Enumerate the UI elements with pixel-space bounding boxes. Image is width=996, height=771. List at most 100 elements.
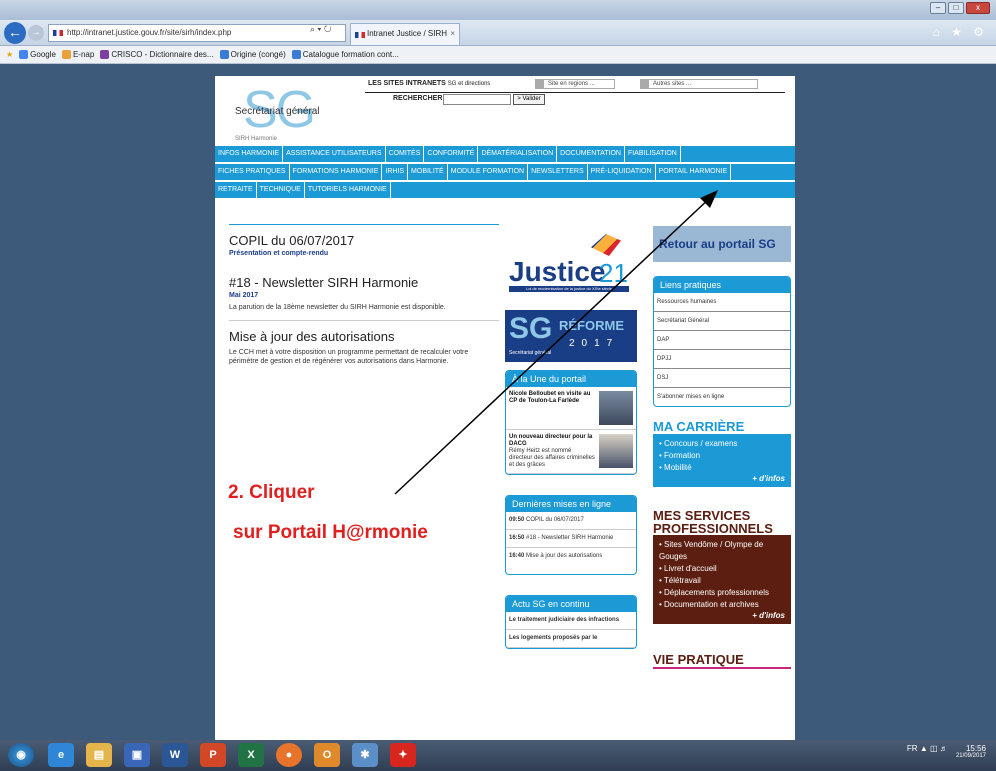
browser-tab[interactable]: Intranet Justice / SIRH Har... × (350, 23, 460, 58)
menu-assistance[interactable]: ASSISTANCE UTILISATEURS (283, 146, 386, 162)
menu-technique[interactable]: TECHNIQUE (257, 182, 305, 198)
menu-mobilite[interactable]: MOBILITÉ (408, 164, 448, 180)
news-title[interactable]: #18 - Newsletter SIRH Harmonie (229, 275, 499, 290)
vie-pratique-title[interactable]: VIE PRATIQUE (653, 652, 791, 669)
back-button[interactable]: ← (4, 22, 26, 44)
dernieres-item[interactable]: 16:40 Mise à jour des autorisations (506, 548, 636, 574)
menu-pre-liquidation[interactable]: PRÉ-LIQUIDATION (588, 164, 656, 180)
close-window-button[interactable]: x (966, 2, 990, 14)
liens-item[interactable]: Ressources humaines (654, 293, 790, 312)
browser-toolbar-icons[interactable]: ⌂ ★ ⚙ (933, 25, 988, 39)
tray-icons[interactable]: ▲ ◫ ♬ (920, 744, 948, 753)
justice-tagline: Loi de modernisation de la justice du XX… (509, 286, 629, 292)
paint-icon[interactable]: ✱ (352, 743, 378, 767)
actu-item[interactable]: Le traitement judiciaire des infractions (506, 612, 636, 630)
favorite-enap[interactable]: E-nap (61, 46, 94, 63)
liens-item[interactable]: DAP (654, 331, 790, 350)
services-item[interactable]: • Télétravail (659, 575, 785, 587)
favorite-google[interactable]: Google (19, 46, 56, 63)
language-indicator[interactable]: FR (907, 744, 918, 753)
tab-close-icon[interactable]: × (450, 24, 455, 44)
menu-formations-harmonie[interactable]: FORMATIONS HARMONIE (290, 164, 383, 180)
minimize-button[interactable]: – (930, 2, 946, 14)
more-info-link[interactable]: + d'infos (659, 611, 785, 620)
ie-page-icon (219, 50, 229, 59)
excel-icon[interactable]: X (238, 743, 264, 767)
menu-portail-harmonie[interactable]: PORTAIL HARMONIE (656, 164, 732, 180)
menu-retraite[interactable]: RETRAITE (215, 182, 257, 198)
carriere-title[interactable]: MA CARRIÈRE (653, 419, 791, 434)
menu-dematerialisation[interactable]: DÉMATÉRIALISATION (478, 146, 558, 162)
outlook-icon[interactable]: ▣ (124, 743, 150, 767)
address-bar[interactable]: http://intranet.justice.gouv.fr/site/sir… (48, 24, 346, 42)
menu-tutoriels-harmonie[interactable]: TUTORIELS HARMONIE (305, 182, 391, 198)
une-item[interactable]: Un nouveau directeur pour la DACG Rémy He… (506, 430, 636, 474)
carriere-label: Formation (664, 451, 701, 460)
menu-newsletters[interactable]: NEWSLETTERS (528, 164, 588, 180)
carriere-item[interactable]: • Concours / examens (659, 438, 785, 450)
dernieres-item[interactable]: 16:50 #18 - Newsletter SIRH Harmonie (506, 530, 636, 548)
explorer-icon[interactable]: ▤ (86, 743, 112, 767)
une-photo (599, 434, 633, 468)
address-actions[interactable]: ⌕ ▾ ↻ (310, 24, 331, 35)
une-item[interactable]: Nicole Belloubet en visite au CP de Toul… (506, 387, 636, 430)
more-info-link[interactable]: + d'infos (659, 474, 785, 483)
liens-item[interactable]: S'abonner mises en ligne (654, 388, 790, 406)
ie-icon[interactable]: e (48, 743, 74, 767)
news-item[interactable]: COPIL du 06/07/2017 Présentation et comp… (229, 224, 499, 257)
reforme-banner[interactable]: SG RÉFORME 2017 Secrétariat général (505, 310, 637, 362)
favorite-catalogue[interactable]: Catalogue formation cont... (291, 46, 399, 63)
reforme-sg: SG (509, 312, 553, 345)
news-item[interactable]: Mise à jour des autorisations Le CCH met… (229, 320, 499, 366)
menu-documentation[interactable]: DOCUMENTATION (557, 146, 625, 162)
other-sites-select[interactable]: Autres sites ... (640, 79, 758, 89)
services-item[interactable]: • Livret d'accueil (659, 563, 785, 575)
liens-item[interactable]: Secrétariat Général (654, 312, 790, 331)
menu-fiabilisation[interactable]: FIABILISATION (625, 146, 681, 162)
logo-title[interactable]: Secrétariat général (235, 106, 320, 117)
forward-button[interactable]: → (28, 25, 44, 41)
dernieres-title[interactable]: Dernières mises en ligne (506, 496, 636, 512)
office-icon[interactable]: O (314, 743, 340, 767)
clock[interactable]: 15:56 21/09/2017 (956, 744, 986, 759)
favorites-star-icon[interactable]: ★ (6, 46, 13, 63)
justice21-banner[interactable]: Justice 21 Loi de modernisation de la ju… (505, 228, 637, 300)
menu-comites[interactable]: COMITÉS (386, 146, 425, 162)
actu-title[interactable]: Actu SG en continu (506, 596, 636, 612)
news-title[interactable]: Mise à jour des autorisations (229, 329, 499, 344)
services-item[interactable]: • Documentation et archives (659, 599, 785, 611)
carriere-item[interactable]: • Formation (659, 450, 785, 462)
favorite-origine[interactable]: Origine (congé) (219, 46, 286, 63)
ie-page-icon (291, 50, 301, 59)
menu-irhis[interactable]: IRHIS (382, 164, 409, 180)
services-title[interactable]: MES SERVICES PROFESSIONNELS (653, 509, 791, 535)
firefox-icon[interactable]: ● (276, 743, 302, 767)
dernieres-item[interactable]: 09:50 COPIL du 06/07/2017 (506, 512, 636, 530)
menu-fiches-pratiques[interactable]: FICHES PRATIQUES (215, 164, 290, 180)
actu-item[interactable]: Les logements proposés par le (506, 630, 636, 648)
menu-infos-harmonie[interactable]: INFOS HARMONIE (215, 146, 284, 162)
search-input[interactable] (443, 94, 511, 105)
dernieres-box: Dernières mises en ligne 09:50 COPIL du … (505, 495, 637, 575)
favorite-crisco[interactable]: CRISCO - Dictionnaire des... (100, 46, 214, 63)
news-item[interactable]: #18 - Newsletter SIRH Harmonie Mai 2017 … (229, 265, 499, 312)
services-item[interactable]: • Sites Vendôme / Olympe de Gouges (659, 539, 785, 563)
start-button[interactable]: ◉ (8, 743, 34, 767)
liens-item[interactable]: DPJJ (654, 350, 790, 369)
carriere-item[interactable]: • Mobilité (659, 462, 785, 474)
menu-module-formation[interactable]: MODULE FORMATION (448, 164, 529, 180)
search-submit-button[interactable]: > Valider (513, 94, 545, 105)
select-arrow-icon (536, 80, 544, 88)
liens-item[interactable]: DSJ (654, 369, 790, 388)
services-item[interactable]: • Déplacements professionnels (659, 587, 785, 599)
menu-conformite[interactable]: CONFORMITÉ (424, 146, 479, 162)
une-title[interactable]: À la Une du portail (506, 371, 636, 387)
region-select[interactable]: Site en regions ... (535, 79, 615, 89)
maximize-button[interactable]: □ (948, 2, 964, 14)
acrobat-icon[interactable]: ✦ (390, 743, 416, 767)
powerpoint-icon[interactable]: P (200, 743, 226, 767)
retour-portail-button[interactable]: Retour au portail SG (653, 226, 791, 262)
word-icon[interactable]: W (162, 743, 188, 767)
news-title[interactable]: COPIL du 06/07/2017 (229, 233, 499, 248)
sites-select-1[interactable]: SG et directions (448, 81, 491, 87)
